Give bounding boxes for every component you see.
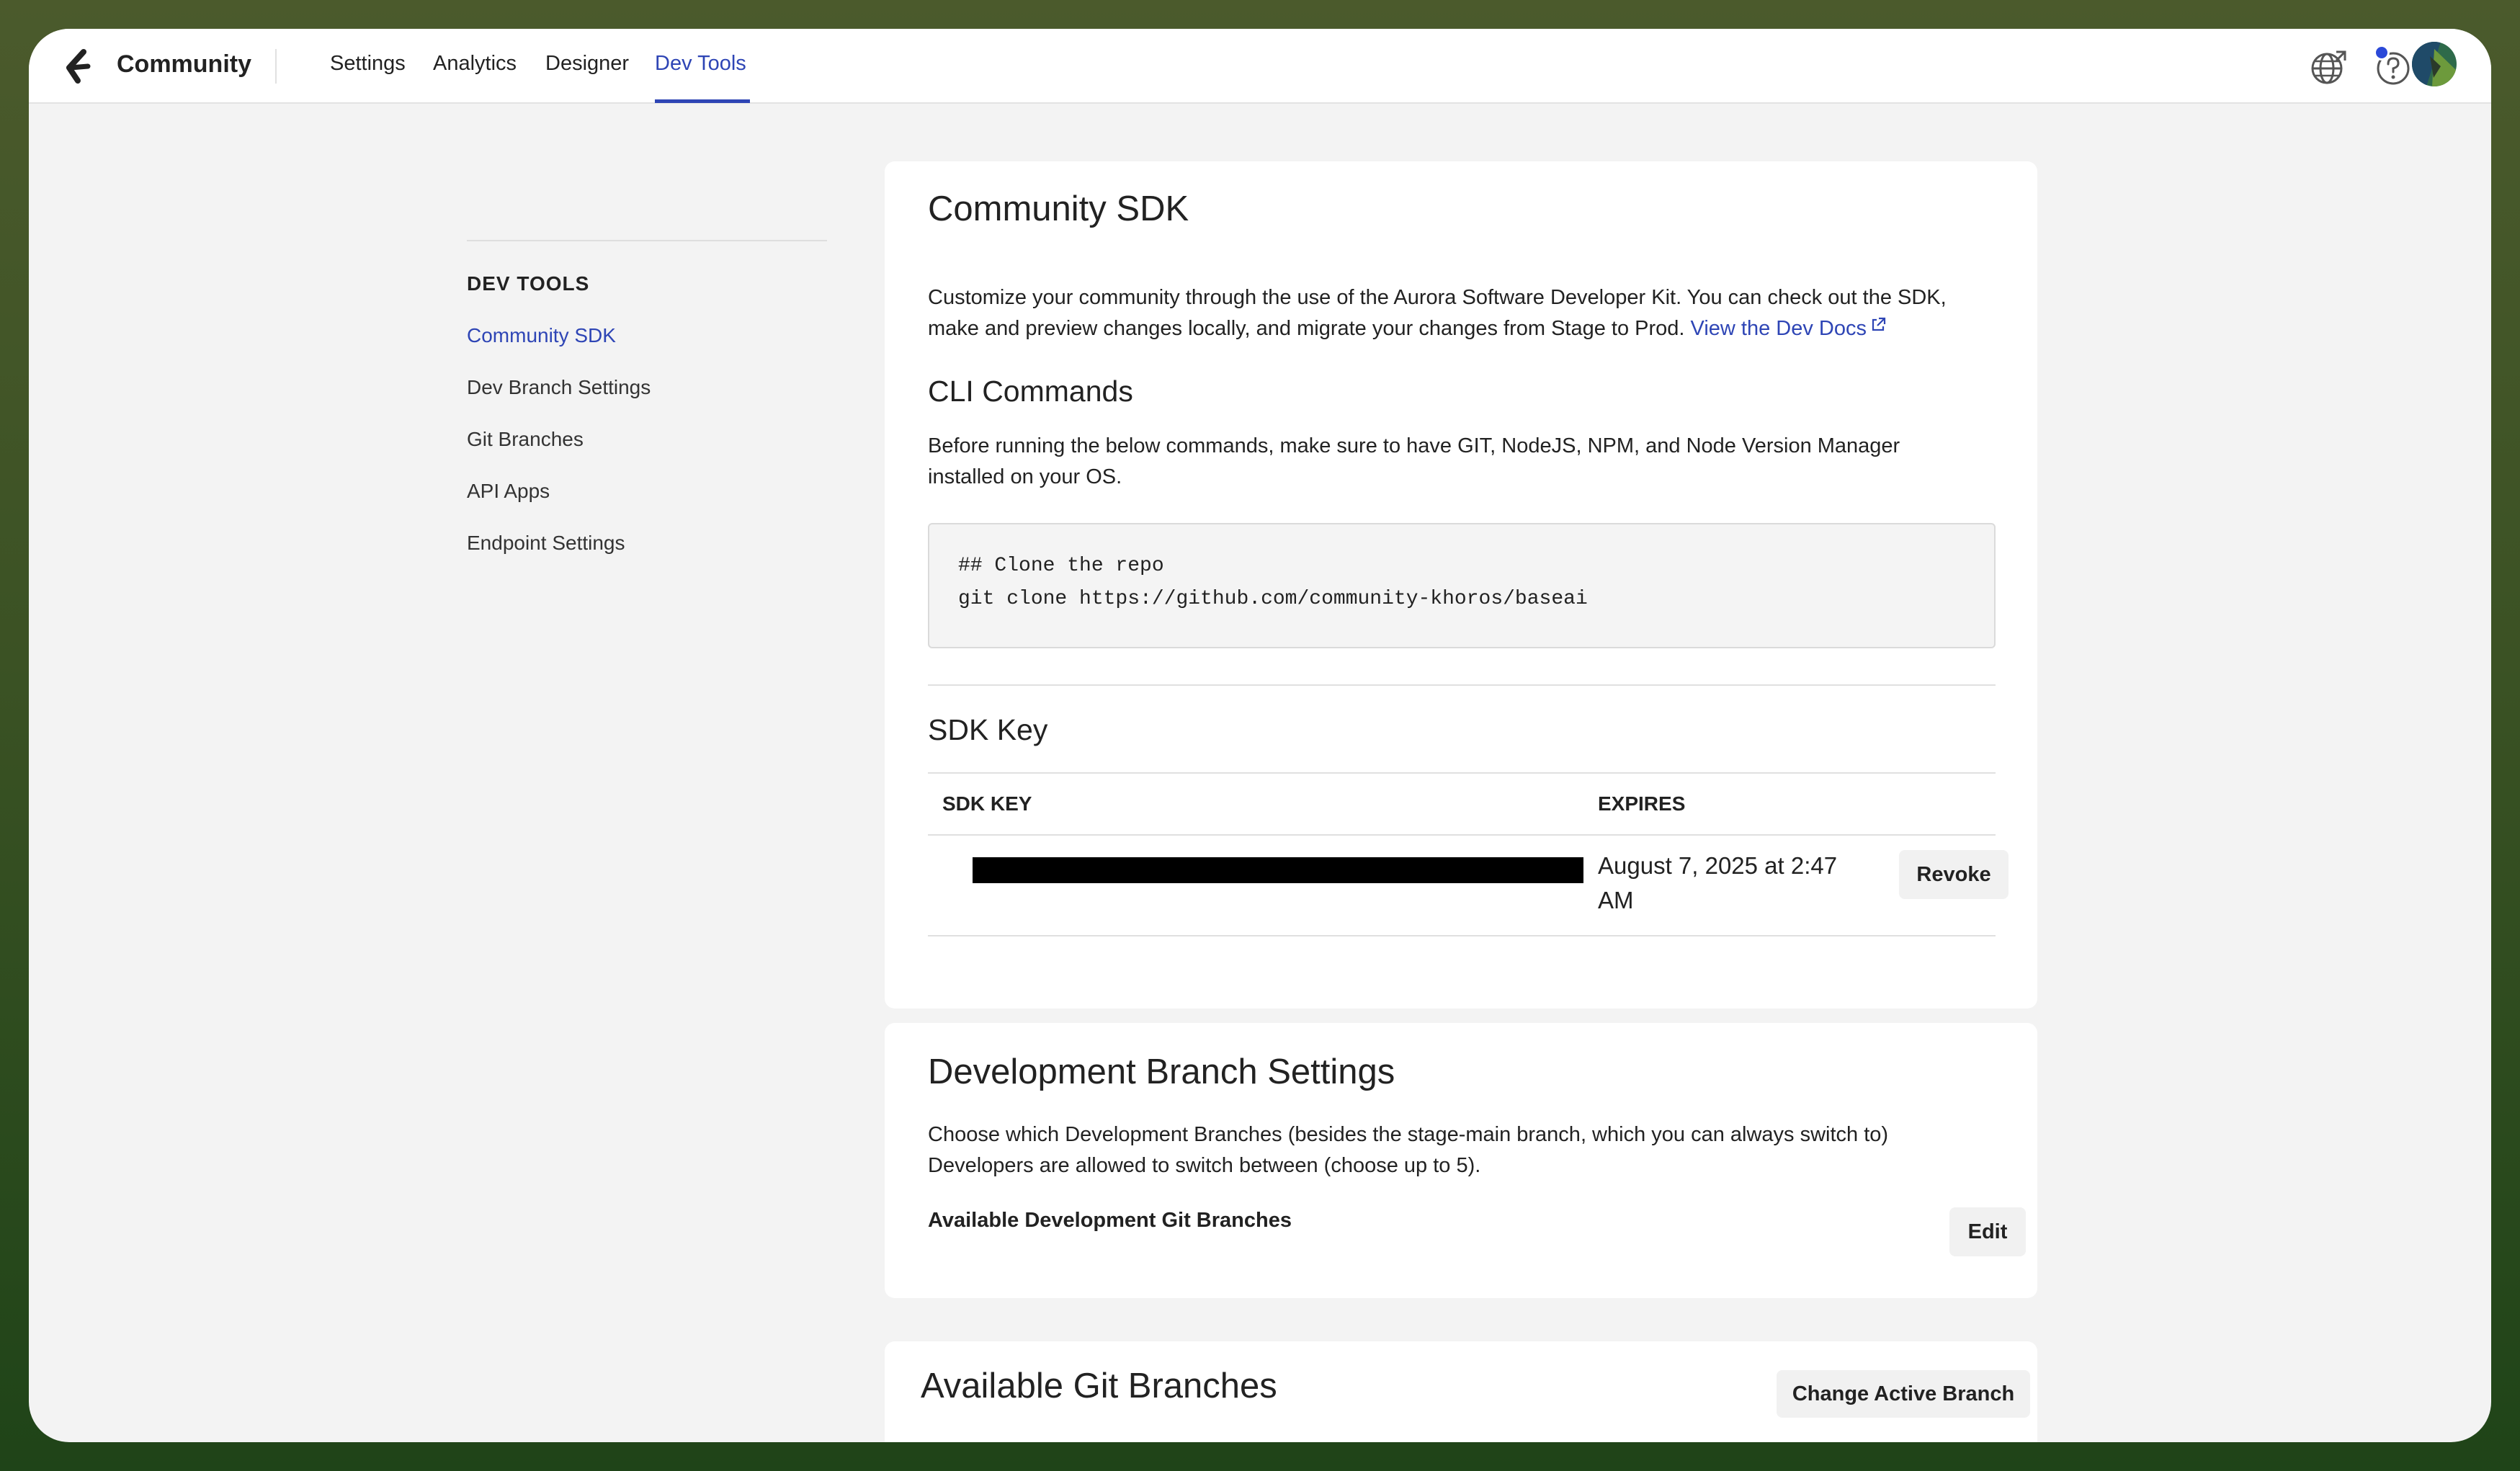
code-line-command: git clone https://github.com/community-k… bbox=[958, 588, 1588, 610]
community-logo-icon[interactable] bbox=[56, 46, 98, 88]
expires-line1: August 7, 2025 at 2:47 bbox=[1598, 852, 1838, 879]
dev-branch-settings-card: Development Branch Settings Choose which… bbox=[885, 1023, 2037, 1298]
change-active-branch-button[interactable]: Change Active Branch bbox=[1777, 1370, 2030, 1418]
nav-settings[interactable]: Settings bbox=[330, 52, 406, 76]
available-git-branches-title: Available Git Branches bbox=[921, 1367, 1277, 1405]
cli-commands-heading: CLI Commands bbox=[928, 375, 1133, 408]
sidebar-item-endpoint-settings[interactable]: Endpoint Settings bbox=[467, 532, 625, 555]
section-divider bbox=[928, 684, 1996, 686]
nav-divider bbox=[275, 49, 277, 84]
community-sdk-card: Community SDK Customize your community t… bbox=[885, 161, 2037, 1009]
notification-dot bbox=[2374, 45, 2390, 61]
expires-line2: AM bbox=[1598, 887, 1634, 913]
available-dev-branches-label: Available Development Git Branches bbox=[928, 1209, 1292, 1232]
dev-branch-description-line2: Developers are allowed to switch between… bbox=[928, 1154, 1481, 1177]
revoke-button[interactable]: Revoke bbox=[1899, 850, 2009, 899]
sdk-description-line2: make and preview changes locally, and mi… bbox=[928, 317, 1685, 340]
community-sdk-title: Community SDK bbox=[928, 189, 1189, 228]
dev-branch-description-line1: Choose which Development Branches (besid… bbox=[928, 1123, 1889, 1146]
active-tab-underline bbox=[655, 99, 750, 103]
code-block[interactable]: ## Clone the repo git clone https://gith… bbox=[928, 523, 1996, 648]
table-header-border bbox=[928, 834, 1996, 836]
edit-button[interactable]: Edit bbox=[1949, 1207, 2026, 1256]
dev-branch-settings-title: Development Branch Settings bbox=[928, 1052, 1395, 1091]
expires-value: August 7, 2025 at 2:47 AM bbox=[1598, 849, 1872, 918]
app-window: Community Settings Analytics Designer De… bbox=[29, 29, 2491, 1442]
dev-docs-link[interactable]: View the Dev Docs bbox=[1691, 317, 1867, 340]
sidebar-item-dev-branch-settings[interactable]: Dev Branch Settings bbox=[467, 376, 651, 399]
sdk-description: Customize your community through the use… bbox=[928, 282, 2023, 344]
sidebar-item-community-sdk[interactable]: Community SDK bbox=[467, 324, 616, 347]
sidebar-divider bbox=[467, 240, 827, 241]
sdk-description-line1: Customize your community through the use… bbox=[928, 286, 1947, 309]
cli-description-line1: Before running the below commands, make … bbox=[928, 434, 1900, 457]
cli-description-line2: installed on your OS. bbox=[928, 465, 1122, 488]
nav-designer[interactable]: Designer bbox=[545, 52, 629, 76]
code-line-comment: ## Clone the repo bbox=[958, 555, 1164, 577]
dev-branch-description: Choose which Development Branches (besid… bbox=[928, 1119, 2023, 1181]
redacted-sdk-key bbox=[973, 857, 1583, 883]
table-top-border bbox=[928, 772, 1996, 774]
column-header-expires: EXPIRES bbox=[1598, 792, 1686, 815]
sdk-key-heading: SDK Key bbox=[928, 713, 1048, 746]
cli-description: Before running the below commands, make … bbox=[928, 431, 2023, 493]
sdk-description-line2-wrap: make and preview changes locally, and mi… bbox=[928, 313, 2023, 344]
available-git-branches-card: Available Git Branches Change Active Bra… bbox=[885, 1341, 2037, 1442]
nav-dev-tools[interactable]: Dev Tools bbox=[655, 52, 746, 76]
external-link-icon[interactable] bbox=[1869, 316, 1887, 334]
column-header-sdk-key: SDK KEY bbox=[942, 792, 1032, 815]
top-navigation-bar: Community Settings Analytics Designer De… bbox=[29, 29, 2491, 104]
sidebar-heading: DEV TOOLS bbox=[467, 272, 590, 295]
nav-analytics[interactable]: Analytics bbox=[433, 52, 517, 76]
avatar[interactable] bbox=[2412, 42, 2457, 86]
sidebar-item-api-apps[interactable]: API Apps bbox=[467, 480, 550, 503]
globe-icon[interactable] bbox=[2307, 46, 2349, 88]
table-bottom-border bbox=[928, 935, 1996, 936]
brand-name[interactable]: Community bbox=[117, 50, 251, 79]
sidebar-item-git-branches[interactable]: Git Branches bbox=[467, 428, 584, 451]
